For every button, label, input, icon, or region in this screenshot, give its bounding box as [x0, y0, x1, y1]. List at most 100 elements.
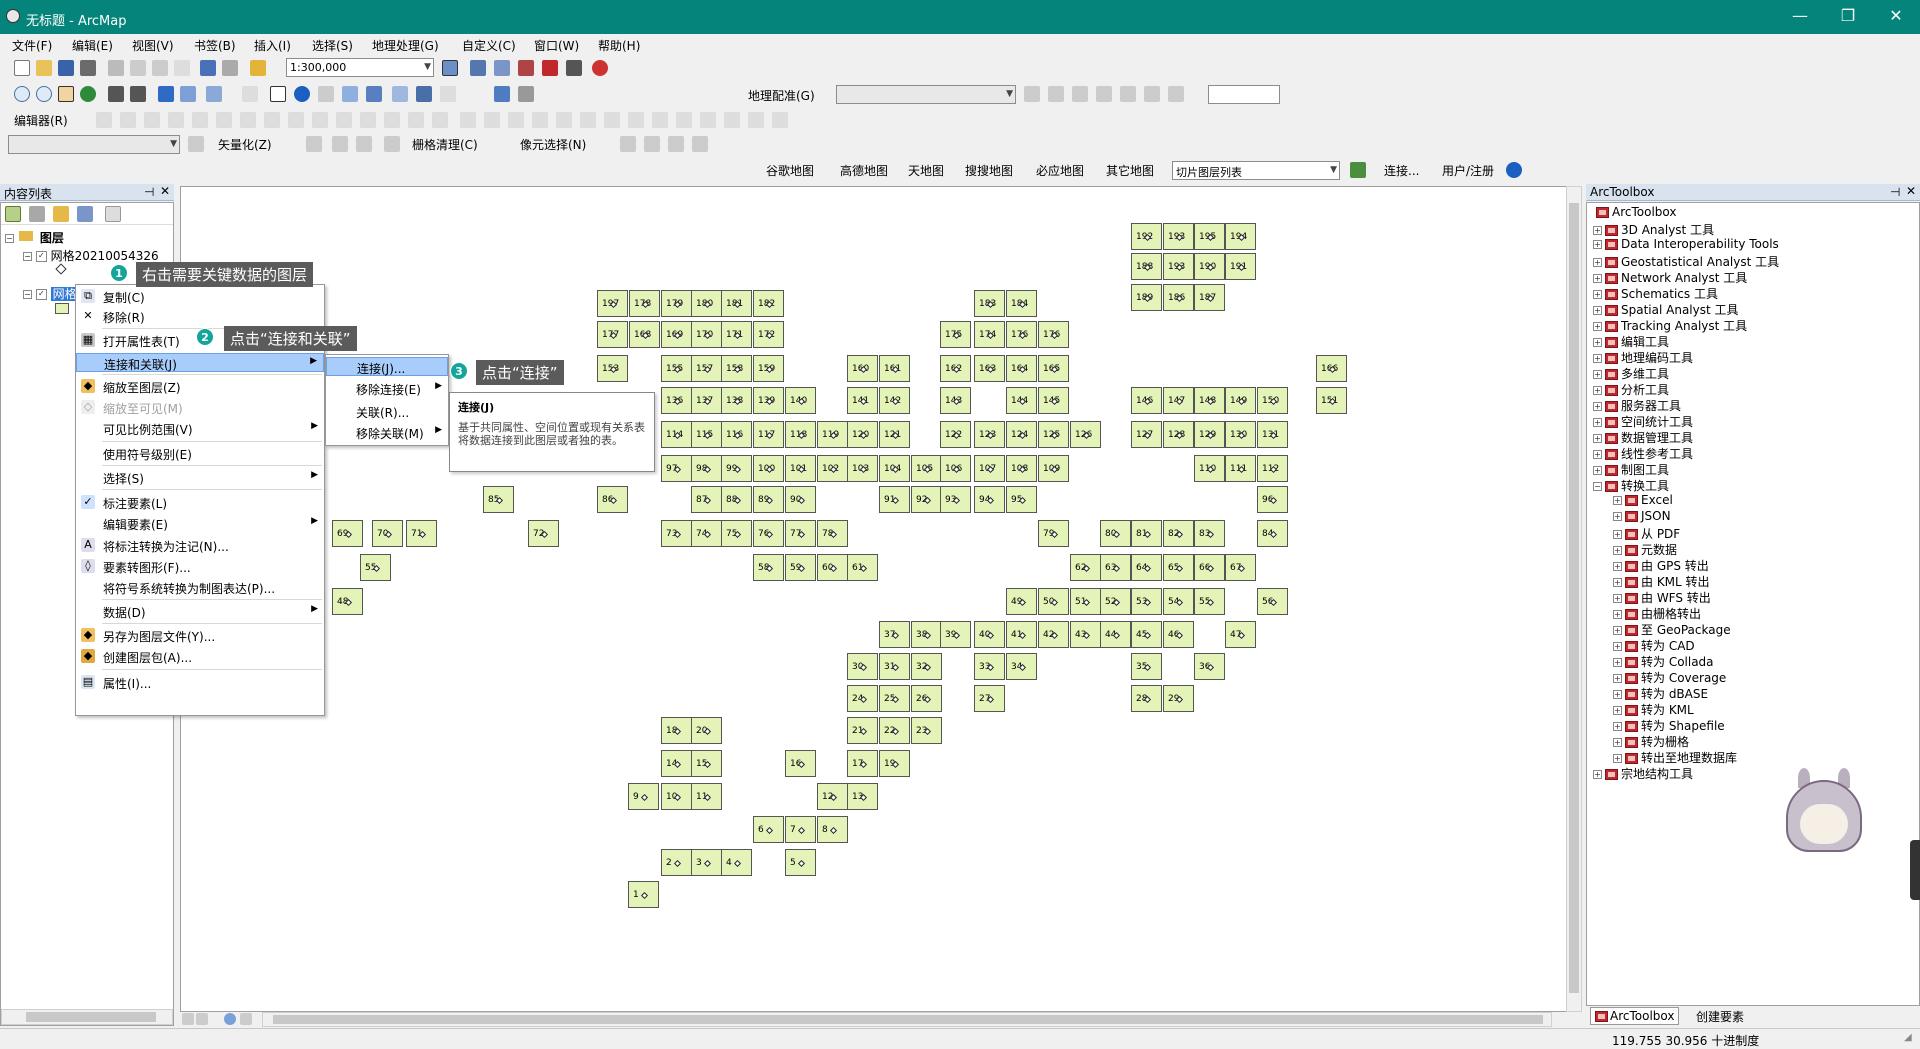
edit-tool-icon[interactable]	[532, 112, 548, 128]
basemap-tianditu[interactable]: 天地图	[908, 162, 944, 179]
expand-icon[interactable]: +	[1593, 226, 1602, 235]
cell-selection-menu[interactable]: 像元选择(N)	[520, 136, 586, 153]
expand-icon[interactable]: +	[1613, 578, 1622, 587]
toc-icon[interactable]	[470, 60, 486, 76]
menu-visible-scale-range[interactable]: 可见比例范围(V) ▶	[76, 419, 324, 438]
georef-tool-icon[interactable]	[1144, 86, 1160, 102]
menu-insert[interactable]: 插入(I)	[254, 37, 291, 54]
pin-icon[interactable]: ⊣	[144, 185, 154, 199]
vectorize-tool-icon[interactable]	[332, 136, 348, 152]
georef-layer-combo[interactable]: ▼	[836, 85, 1016, 104]
basemap-other[interactable]: 其它地图	[1106, 162, 1154, 179]
edit-tool-icon[interactable]	[580, 112, 596, 128]
basemap-bing[interactable]: 必应地图	[1036, 162, 1084, 179]
toolset-item[interactable]: + 从 PDF	[1613, 525, 1680, 542]
menu-geoprocessing[interactable]: 地理处理(G)	[372, 37, 439, 54]
toolbox-item[interactable]: + Geostatistical Analyst 工具	[1593, 253, 1779, 270]
menu-selection[interactable]: 选择(S) ▶	[76, 468, 324, 487]
toolset-item[interactable]: + 转为 CAD	[1613, 637, 1695, 654]
toolbox-item[interactable]: + Network Analyst 工具	[1593, 269, 1747, 286]
map-hscroll-thumb[interactable]	[273, 1015, 1543, 1024]
layer-visibility-checkbox[interactable]: ✓	[35, 289, 47, 300]
map-hscrollbar[interactable]	[262, 1012, 1552, 1027]
georef-tool-icon[interactable]	[1024, 86, 1040, 102]
edit-tool-icon[interactable]	[652, 112, 668, 128]
edit-tool-icon[interactable]	[312, 112, 328, 128]
map-vscroll-thumb[interactable]	[1569, 203, 1579, 993]
toolset-item[interactable]: + 转为 Collada	[1613, 653, 1714, 670]
maximize-button[interactable]: ❐	[1828, 6, 1868, 25]
list-by-drawing-order-icon[interactable]	[5, 206, 21, 222]
toolbox-item[interactable]: + 宗地结构工具	[1593, 765, 1693, 782]
expand-icon[interactable]: +	[1613, 496, 1622, 505]
menu-selection[interactable]: 选择(S)	[312, 37, 353, 54]
edit-tool-icon[interactable]	[432, 112, 448, 128]
menu-features-to-graphics[interactable]: ◊ 要素转图形(F)...	[76, 557, 324, 576]
toolbox-item[interactable]: − 转换工具	[1593, 477, 1669, 494]
georef-tool-icon[interactable]	[1168, 86, 1184, 102]
close-button[interactable]: ✕	[1876, 6, 1916, 25]
basemap-soso[interactable]: 搜搜地图	[965, 162, 1013, 179]
edit-tool-icon[interactable]	[556, 112, 572, 128]
toolset-item[interactable]: + Excel	[1613, 493, 1673, 507]
fixed-zoom-in-icon[interactable]	[108, 86, 124, 102]
user-register-menu[interactable]: 用户/注册	[1442, 162, 1494, 179]
add-tile-icon[interactable]	[1350, 162, 1366, 178]
paste-icon[interactable]	[152, 60, 168, 76]
back-icon[interactable]	[158, 86, 174, 102]
full-extent-icon[interactable]	[80, 86, 96, 102]
expand-icon[interactable]: +	[1593, 240, 1602, 249]
list-by-visibility-icon[interactable]	[53, 206, 69, 222]
cut-icon[interactable]	[108, 60, 124, 76]
edit-tool-icon[interactable]	[288, 112, 304, 128]
clear-selection-icon[interactable]	[242, 86, 258, 102]
options-icon[interactable]	[105, 206, 121, 222]
toolbox-item[interactable]: + Schematics 工具	[1593, 285, 1718, 302]
minimize-button[interactable]: —	[1780, 6, 1820, 25]
expand-icon[interactable]: +	[1613, 754, 1622, 763]
model-builder-icon[interactable]	[592, 60, 608, 76]
menu-create-layer-package[interactable]: ◆ 创建图层包(A)...	[76, 647, 324, 666]
edit-tool-icon[interactable]	[168, 112, 184, 128]
menu-convert-symbology[interactable]: 将符号系统转换为制图表达(P)...	[76, 578, 324, 597]
editor-toolbar-icon[interactable]	[442, 60, 458, 76]
fixed-zoom-out-icon[interactable]	[130, 86, 146, 102]
toolbox-item[interactable]: + 服务器工具	[1593, 397, 1681, 414]
expand-icon[interactable]: +	[1613, 722, 1622, 731]
resize-grip-icon[interactable]: ◢	[1904, 1032, 1912, 1043]
expand-icon[interactable]: +	[1593, 434, 1602, 443]
tab-create-features[interactable]: 创建要素	[1692, 1007, 1748, 1026]
expand-icon[interactable]: +	[1613, 530, 1622, 539]
expand-icon[interactable]: +	[1613, 562, 1622, 571]
edit-tool-icon[interactable]	[264, 112, 280, 128]
toolbox-item[interactable]: +3D Analyst 工具	[1593, 221, 1714, 238]
expand-icon[interactable]: +	[1593, 354, 1602, 363]
menu-relate[interactable]: 关联(R)...	[326, 402, 448, 421]
toolset-item[interactable]: + 转为 dBASE	[1613, 685, 1708, 702]
expand-icon[interactable]: +	[1593, 290, 1602, 299]
undo-icon[interactable]	[200, 60, 216, 76]
basemap-google[interactable]: 谷歌地图	[766, 162, 814, 179]
expand-icon[interactable]: +	[1613, 626, 1622, 635]
vectorize-menu[interactable]: 矢量化(Z)	[218, 136, 272, 153]
toolset-item[interactable]: + 转出至地理数据库	[1613, 749, 1737, 766]
cell-tool-icon[interactable]	[692, 136, 708, 152]
menu-customize[interactable]: 自定义(C)	[462, 37, 516, 54]
edit-tool-icon[interactable]	[408, 112, 424, 128]
toolbox-item[interactable]: + 制图工具	[1593, 461, 1669, 478]
expand-icon[interactable]: +	[1593, 274, 1602, 283]
goto-xy-icon[interactable]	[440, 86, 456, 102]
toolbox-item[interactable]: + Tracking Analyst 工具	[1593, 317, 1747, 334]
toc-hscrollbar[interactable]	[1, 1009, 173, 1025]
toolbox-item[interactable]: + Data Interoperability Tools	[1593, 237, 1779, 251]
redo-icon[interactable]	[222, 60, 238, 76]
pan-icon[interactable]	[58, 86, 74, 102]
cell-tool-icon[interactable]	[620, 136, 636, 152]
expand-icon[interactable]: +	[1613, 642, 1622, 651]
map-view[interactable]: 1921931951941881931901911891861871971781…	[180, 186, 1572, 1012]
find-route-icon[interactable]	[416, 86, 432, 102]
raster-layer-combo[interactable]: ▼	[8, 135, 180, 154]
toolset-item[interactable]: + 由 KML 转出	[1613, 573, 1710, 590]
toolset-item[interactable]: + 转为栅格	[1613, 733, 1689, 750]
edit-tool-icon[interactable]	[460, 112, 476, 128]
